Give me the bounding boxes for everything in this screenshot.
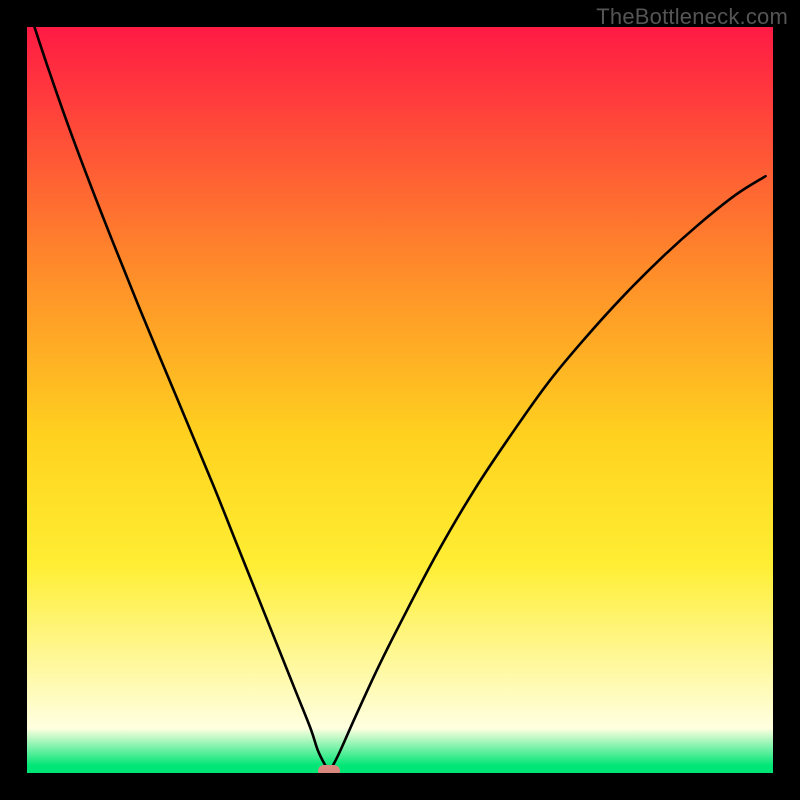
plot-area — [27, 27, 773, 773]
optimal-marker — [318, 765, 340, 773]
bottleneck-curve — [27, 27, 773, 773]
watermark-text: TheBottleneck.com — [596, 4, 788, 30]
chart-frame: TheBottleneck.com — [0, 0, 800, 800]
